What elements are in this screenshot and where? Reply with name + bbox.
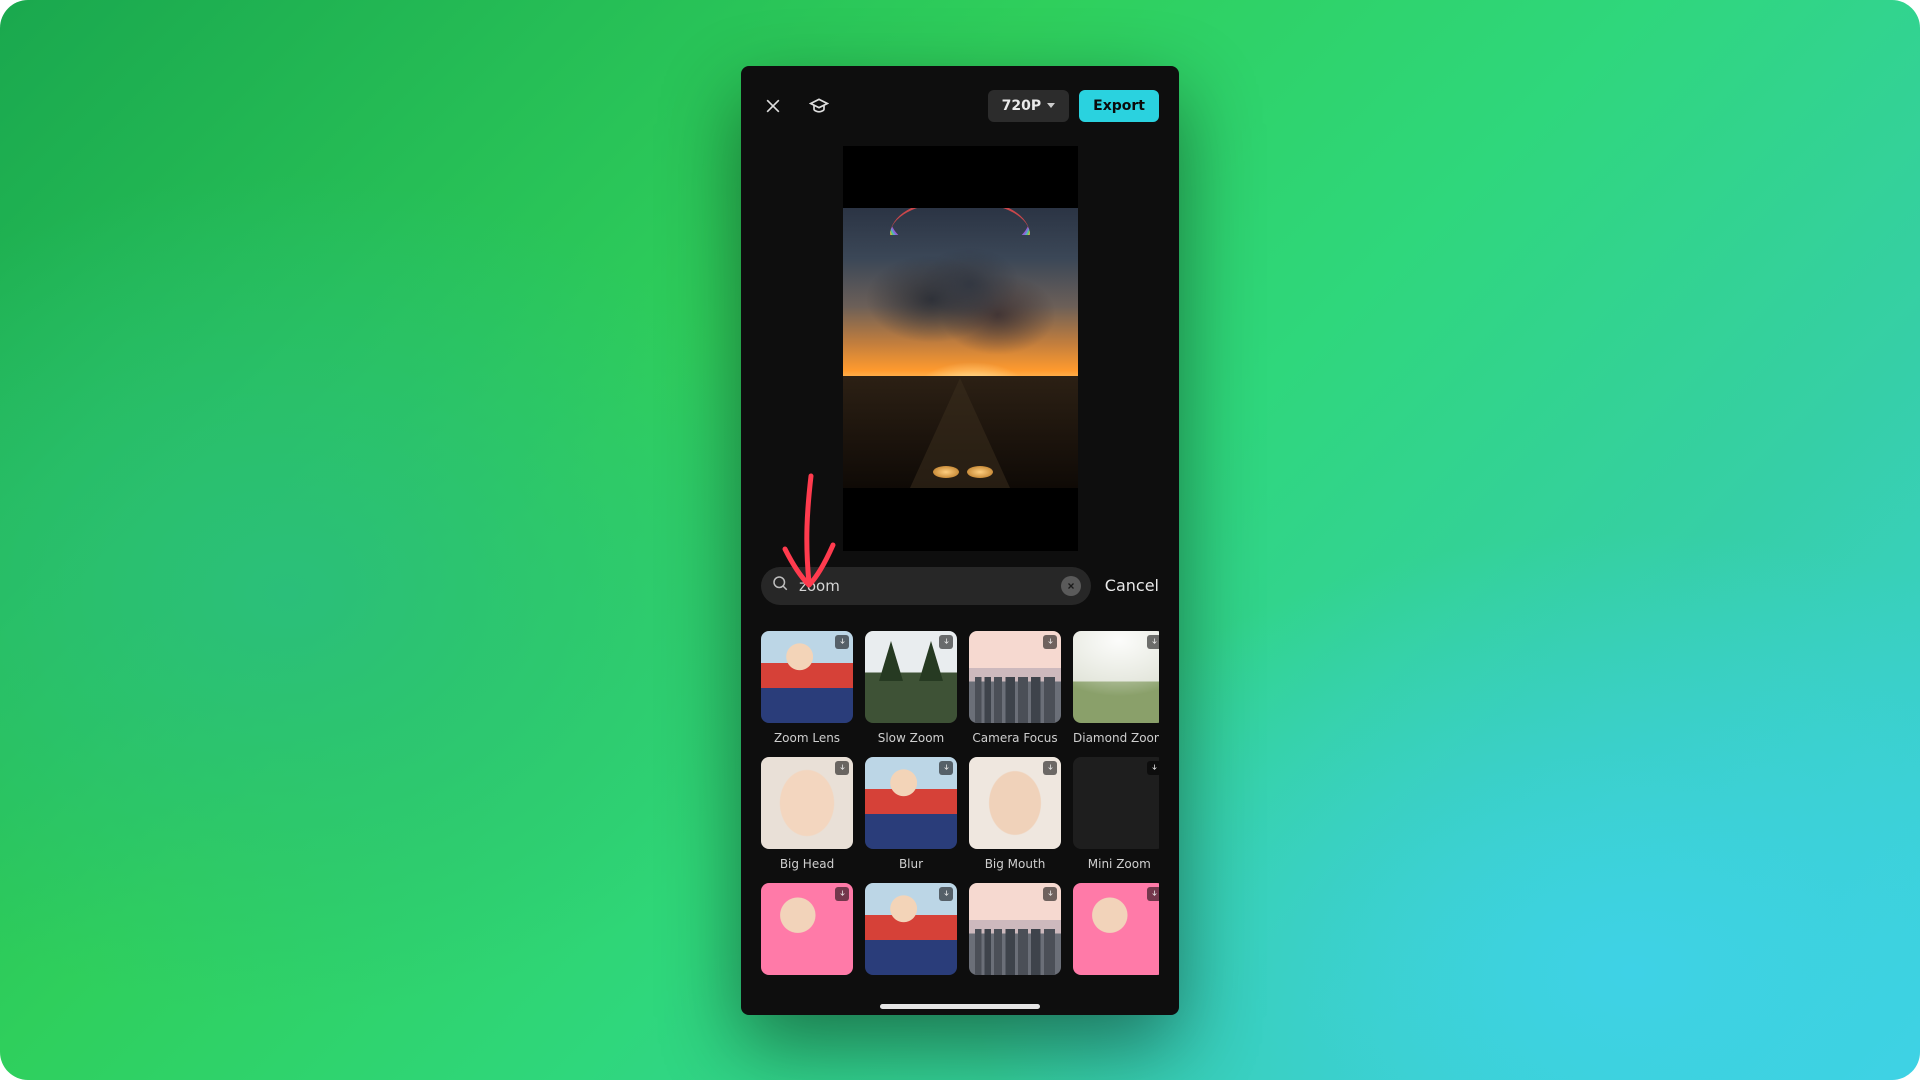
effect-thumbnail [865, 883, 957, 975]
effect-thumbnail [761, 757, 853, 849]
topbar-right: 720P Export [988, 90, 1159, 122]
effects-search-row: Cancel [761, 567, 1159, 605]
effects-grid: Zoom Lens Slow Zoom Camera Focus Diamond Zo… [761, 631, 1159, 997]
cancel-search-button[interactable]: Cancel [1105, 576, 1159, 595]
effect-thumbnail [969, 883, 1061, 975]
effect-label: Diamond Zoom [1073, 731, 1159, 745]
search-box[interactable] [761, 567, 1091, 605]
effect-item[interactable] [865, 883, 957, 997]
editor-topbar: 720P Export [741, 84, 1179, 128]
resolution-selector[interactable]: 720P [988, 90, 1069, 122]
effect-thumbnail [969, 631, 1061, 723]
download-icon [1043, 635, 1057, 649]
effect-item[interactable] [1073, 883, 1159, 997]
effect-label: Big Mouth [985, 857, 1046, 871]
search-icon [771, 574, 789, 597]
search-input[interactable] [799, 577, 1051, 595]
export-button[interactable]: Export [1079, 90, 1159, 122]
effect-thumbnail [1073, 757, 1159, 849]
effect-item[interactable]: Big Mouth [969, 757, 1061, 871]
effect-item[interactable]: Blur [865, 757, 957, 871]
download-icon [1147, 635, 1159, 649]
home-indicator[interactable] [880, 1004, 1040, 1009]
effect-label: Blur [899, 857, 923, 871]
effect-item[interactable] [761, 883, 853, 997]
effect-label: Zoom Lens [774, 731, 840, 745]
video-preview-area[interactable] [843, 146, 1078, 551]
phone-frame: 720P Export [741, 66, 1179, 1015]
download-icon [939, 635, 953, 649]
effect-thumbnail [1073, 631, 1159, 723]
close-icon[interactable] [761, 94, 785, 118]
effect-item[interactable]: Camera Focus [969, 631, 1061, 745]
download-icon [1043, 887, 1057, 901]
effect-label: Camera Focus [972, 731, 1057, 745]
effect-thumbnail [761, 631, 853, 723]
download-icon [1147, 761, 1159, 775]
download-icon [939, 887, 953, 901]
effect-item[interactable]: Slow Zoom [865, 631, 957, 745]
effect-item[interactable]: Mini Zoom [1073, 757, 1159, 871]
effect-item[interactable]: Zoom Lens [761, 631, 853, 745]
resolution-label: 720P [1002, 99, 1041, 113]
effect-thumbnail [761, 883, 853, 975]
download-icon [835, 635, 849, 649]
download-icon [939, 761, 953, 775]
effect-thumbnail [1073, 883, 1159, 975]
download-icon [1043, 761, 1057, 775]
effect-item[interactable] [969, 883, 1061, 997]
effect-thumbnail [865, 757, 957, 849]
effect-label: Slow Zoom [878, 731, 945, 745]
effect-thumbnail [865, 631, 957, 723]
gradient-backdrop: 720P Export [0, 0, 1920, 1080]
effect-item[interactable]: Big Head [761, 757, 853, 871]
topbar-left [761, 94, 831, 118]
effect-thumbnail [969, 757, 1061, 849]
clear-search-icon[interactable] [1061, 576, 1081, 596]
effect-label: Big Head [780, 857, 834, 871]
effect-item[interactable]: Diamond Zoom [1073, 631, 1159, 745]
download-icon [835, 887, 849, 901]
export-label: Export [1093, 98, 1145, 114]
download-icon [835, 761, 849, 775]
download-icon [1147, 887, 1159, 901]
effect-label: Mini Zoom [1088, 857, 1151, 871]
video-preview [843, 208, 1078, 488]
tutorial-icon[interactable] [807, 94, 831, 118]
